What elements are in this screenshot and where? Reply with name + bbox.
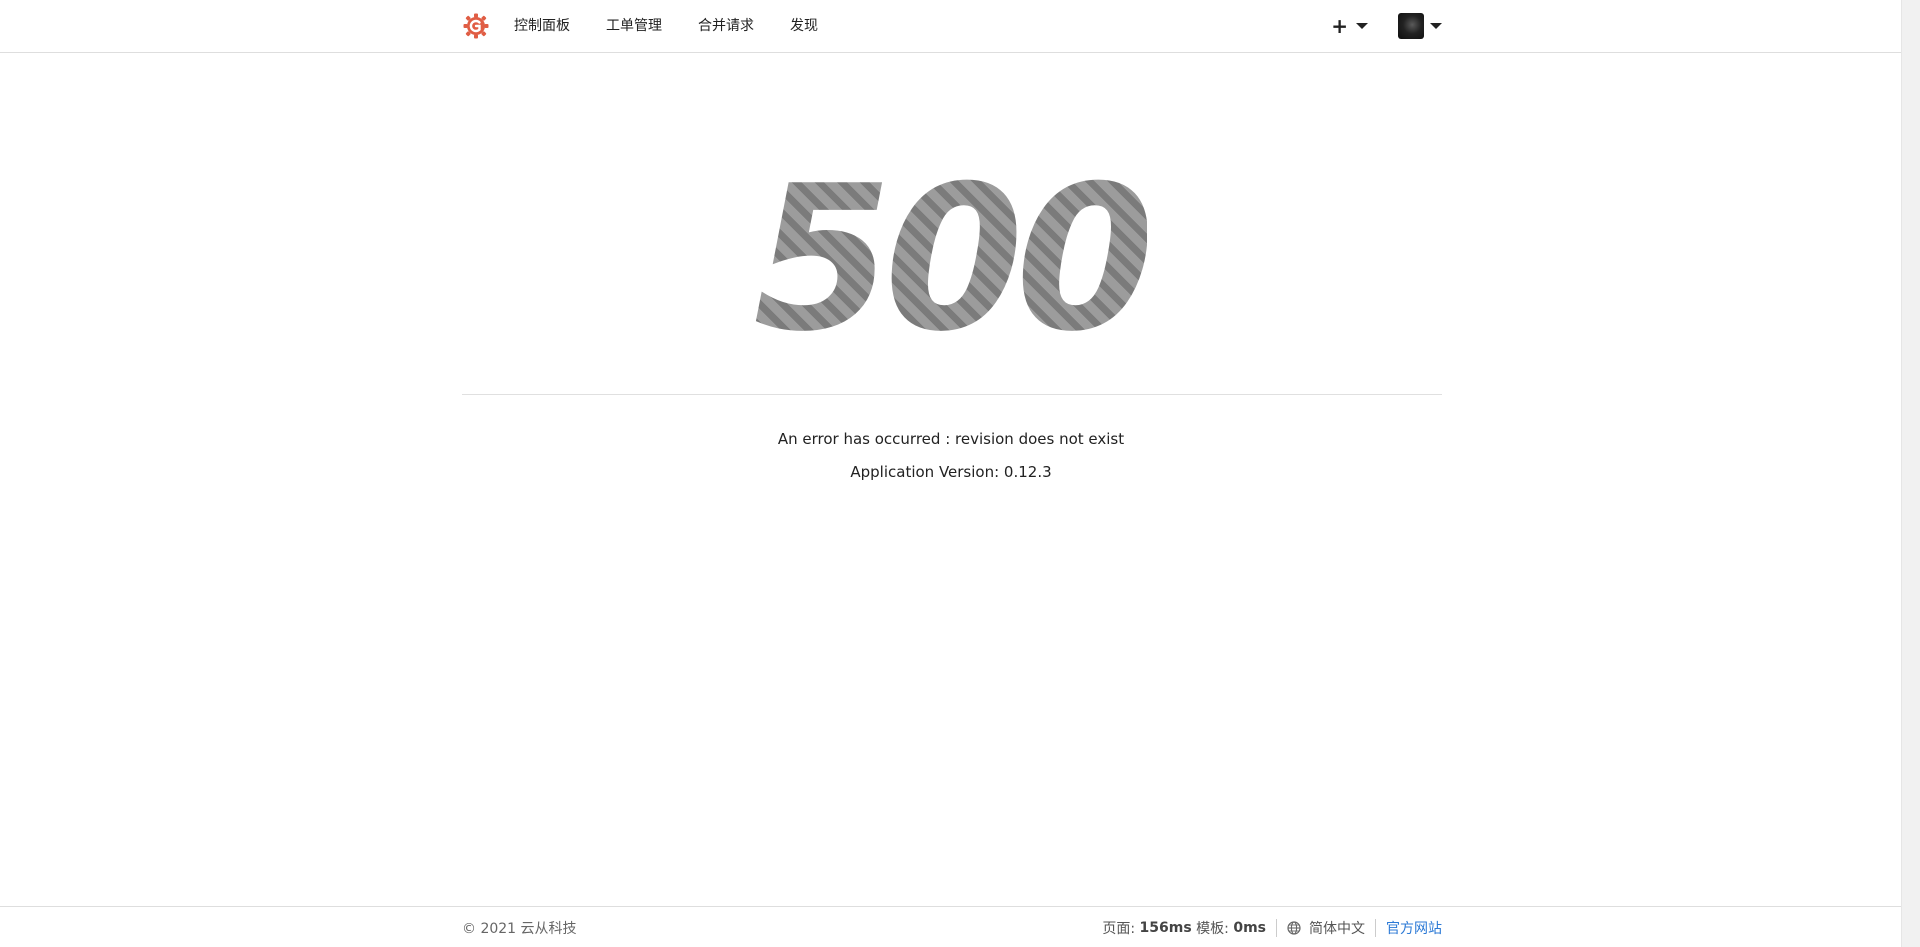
nav-item-issues[interactable]: 工单管理 [606, 0, 662, 52]
user-avatar [1398, 13, 1424, 39]
create-new-dropdown[interactable]: + [1331, 16, 1368, 36]
gitea-logo-icon[interactable] [462, 12, 490, 40]
error-code: 500 [753, 143, 1154, 376]
footer-right: 页面: 156ms 模板: 0ms 简体中文 官方网站 [1102, 918, 1442, 938]
navbar-right: + [1331, 13, 1442, 39]
language-selector[interactable]: 简体中文 [1309, 918, 1365, 938]
copyright: © 2021 云从科技 [462, 920, 577, 937]
error-message: An error has occurred : revision does no… [777, 430, 1125, 448]
globe-icon [1287, 920, 1301, 935]
vertical-scrollbar[interactable] [1901, 0, 1920, 947]
footer-separator [1375, 918, 1376, 937]
navbar-inner: 控制面板 工单管理 合并请求 发现 + [462, 0, 1442, 52]
caret-down-icon [1356, 23, 1368, 29]
divider [462, 394, 1442, 395]
user-menu-dropdown[interactable] [1398, 13, 1442, 39]
application-version: Application Version: 0.12.3 [850, 463, 1052, 481]
template-time-value: 0ms [1233, 919, 1266, 936]
template-time-label: 模板: [1196, 920, 1229, 937]
page: 控制面板 工单管理 合并请求 发现 + 500 An error has occ… [0, 0, 1902, 947]
page-time-label: 页面: [1102, 920, 1136, 937]
footer-inner: © 2021 云从科技 页面: 156ms 模板: 0ms 简体中文 官方网站 [462, 907, 1442, 947]
error-code-container: 500 [753, 160, 1154, 360]
official-site-link[interactable]: 官方网站 [1386, 918, 1442, 938]
footer-separator [1276, 918, 1277, 937]
nav-item-explore[interactable]: 发现 [790, 0, 818, 52]
nav-item-dashboard[interactable]: 控制面板 [514, 0, 570, 52]
caret-down-icon [1430, 23, 1442, 29]
top-navbar: 控制面板 工单管理 合并请求 发现 + [0, 0, 1902, 53]
page-time-value: 156ms [1139, 919, 1192, 936]
nav-item-pull-requests[interactable]: 合并请求 [698, 0, 754, 52]
plus-icon: + [1331, 14, 1348, 38]
footer: © 2021 云从科技 页面: 156ms 模板: 0ms 简体中文 官方网站 [0, 906, 1902, 947]
